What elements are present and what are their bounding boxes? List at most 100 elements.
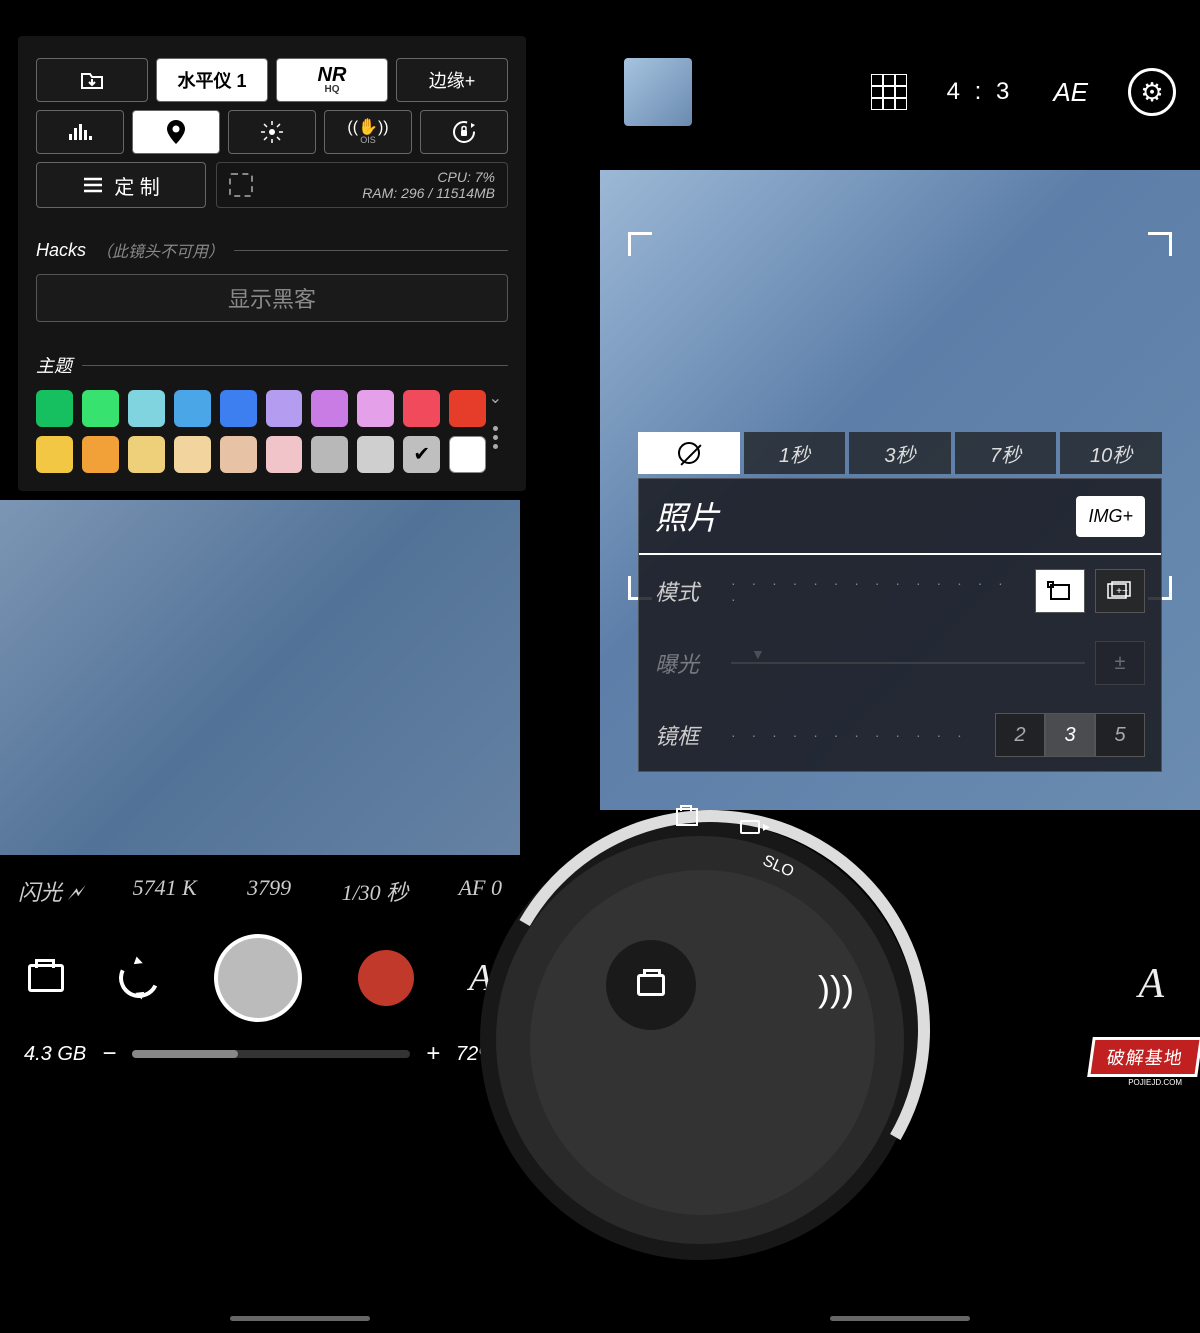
shutter-value[interactable]: 1/30 秒 — [342, 875, 409, 907]
theme-swatch[interactable] — [311, 436, 348, 473]
theme-swatch[interactable] — [449, 436, 486, 473]
level-button[interactable]: 水平仪 1 — [156, 58, 268, 102]
frame-option[interactable]: 5 — [1095, 713, 1145, 757]
customize-button[interactable]: 定 制 — [36, 162, 206, 208]
zoom-bar: 4.3 GB − + 72% — [0, 1040, 520, 1068]
cpu-value: CPU: 7% — [263, 169, 495, 185]
img-format-button[interactable]: IMG+ — [1076, 496, 1145, 537]
theme-swatch[interactable] — [311, 390, 348, 427]
brightness-button[interactable] — [228, 110, 316, 154]
record-button[interactable] — [358, 950, 414, 1006]
hacks-title: Hacks — [36, 240, 86, 261]
theme-swatch[interactable] — [220, 390, 257, 427]
download-button[interactable] — [36, 58, 148, 102]
exposure-slider[interactable] — [731, 662, 1085, 664]
kelvin-value[interactable]: 5741 K — [133, 875, 197, 907]
aspect-ratio-button[interactable]: 4 : 3 — [947, 78, 1014, 106]
camera-info-bar: 闪光 🗲 5741 K 3799 1/30 秒 AF 0 — [0, 865, 520, 917]
ae-button[interactable]: AE — [1053, 77, 1088, 108]
exposure-option[interactable]: ± — [1095, 641, 1145, 685]
timer-tab[interactable]: 10秒 — [1060, 432, 1162, 474]
theme-swatch[interactable] — [82, 436, 119, 473]
nr-sub-label: HQ — [325, 85, 340, 95]
theme-title: 主题 — [36, 352, 72, 378]
exposure-row: 曝光 ± — [639, 627, 1161, 699]
timer-tab[interactable]: 3秒 — [849, 432, 951, 474]
timer-off-icon — [678, 442, 700, 464]
mode-option-bracket[interactable]: +− — [1095, 569, 1145, 613]
home-indicator[interactable] — [830, 1316, 970, 1321]
theme-swatch[interactable] — [266, 436, 303, 473]
timer-tab[interactable]: 7秒 — [955, 432, 1057, 474]
theme-header: 主题 — [36, 352, 508, 378]
mode-option-single[interactable] — [1035, 569, 1085, 613]
settings-row-2: ((✋)) OIS — [36, 110, 508, 154]
mode-label: 模式 — [655, 575, 721, 607]
hacks-subtitle: （此镜头不可用） — [96, 238, 224, 262]
frame-option[interactable]: 2 — [995, 713, 1045, 757]
theme-swatch[interactable] — [266, 390, 303, 427]
zoom-slider[interactable] — [132, 1050, 410, 1058]
zoom-out-button[interactable]: − — [102, 1040, 116, 1068]
chevron-down-icon[interactable]: ⌄ — [489, 388, 502, 408]
folder-download-icon — [80, 70, 104, 90]
ois-button[interactable]: ((✋)) OIS — [324, 110, 412, 154]
frame-option[interactable]: 3 — [1045, 713, 1095, 757]
focus-corner-tr — [1148, 232, 1172, 256]
theme-swatch[interactable] — [220, 436, 257, 473]
theme-swatch[interactable] — [403, 436, 440, 473]
location-button[interactable] — [132, 110, 220, 154]
settings-row-1: 水平仪 1 NR HQ 边缘+ — [36, 58, 508, 102]
gallery-icon[interactable] — [28, 964, 64, 992]
ois-label: OIS — [360, 136, 376, 145]
dial-video-icon[interactable] — [740, 820, 760, 834]
home-indicator[interactable] — [230, 1316, 370, 1321]
watermark-sub: POJIEJD.COM — [1128, 1078, 1182, 1087]
sys-text: CPU: 7% RAM: 296 / 11514MB — [263, 169, 495, 201]
theme-swatch[interactable] — [403, 390, 440, 427]
timer-tab[interactable]: 1秒 — [744, 432, 846, 474]
mode-title: 照片 — [655, 493, 1076, 539]
shutter-button[interactable] — [214, 934, 302, 1022]
right-screen: 4 : 3 AE ⚙ 1秒3秒7秒10秒 照片 IMG+ 模式 · · · · … — [600, 0, 1200, 1333]
zoom-in-button[interactable]: + — [426, 1040, 440, 1068]
edge-button[interactable]: 边缘+ — [396, 58, 508, 102]
rotation-lock-button[interactable] — [420, 110, 508, 154]
timer-tab[interactable] — [638, 432, 740, 474]
ois-icon: ((✋)) — [347, 120, 388, 136]
settings-panel: 水平仪 1 NR HQ 边缘+ ((✋)) OIS — [18, 36, 526, 491]
frame-label: 镜框 — [655, 719, 721, 751]
dial-photo-icon[interactable] — [676, 808, 698, 826]
theme-swatch[interactable] — [174, 390, 211, 427]
rotation-lock-icon — [451, 119, 477, 145]
flash-label[interactable]: 闪光 🗲 — [18, 875, 82, 907]
theme-swatch[interactable] — [36, 436, 73, 473]
theme-swatch[interactable] — [449, 390, 486, 427]
theme-swatch[interactable] — [357, 436, 394, 473]
af-value[interactable]: AF 0 — [459, 875, 502, 907]
dial-hub[interactable] — [606, 940, 696, 1030]
theme-swatch[interactable] — [357, 390, 394, 427]
customize-label: 定 制 — [114, 171, 160, 200]
more-icon[interactable] — [493, 426, 498, 449]
exposure-label: 曝光 — [655, 647, 721, 679]
theme-swatch[interactable] — [36, 390, 73, 427]
histogram-button[interactable] — [36, 110, 124, 154]
nr-button[interactable]: NR HQ — [276, 58, 388, 102]
show-hacks-button[interactable]: 显示黑客 — [36, 274, 508, 322]
sliders-icon — [82, 176, 104, 194]
theme-swatch[interactable] — [128, 390, 165, 427]
auto-mode-button[interactable]: A — [1138, 960, 1164, 1008]
single-shot-icon — [1047, 581, 1073, 601]
mode-header: 照片 IMG+ — [639, 479, 1161, 555]
grid-icon[interactable] — [871, 74, 907, 110]
haptic-icon[interactable]: ))) — [818, 968, 854, 1010]
settings-button[interactable]: ⚙ — [1128, 68, 1176, 116]
iso-value[interactable]: 3799 — [247, 875, 291, 907]
theme-swatch[interactable] — [82, 390, 119, 427]
theme-swatch[interactable] — [128, 436, 165, 473]
switch-camera-icon[interactable] — [113, 952, 164, 1003]
theme-side-controls: ⌄ — [489, 388, 502, 449]
gallery-thumbnail[interactable] — [624, 58, 692, 126]
theme-swatch[interactable] — [174, 436, 211, 473]
